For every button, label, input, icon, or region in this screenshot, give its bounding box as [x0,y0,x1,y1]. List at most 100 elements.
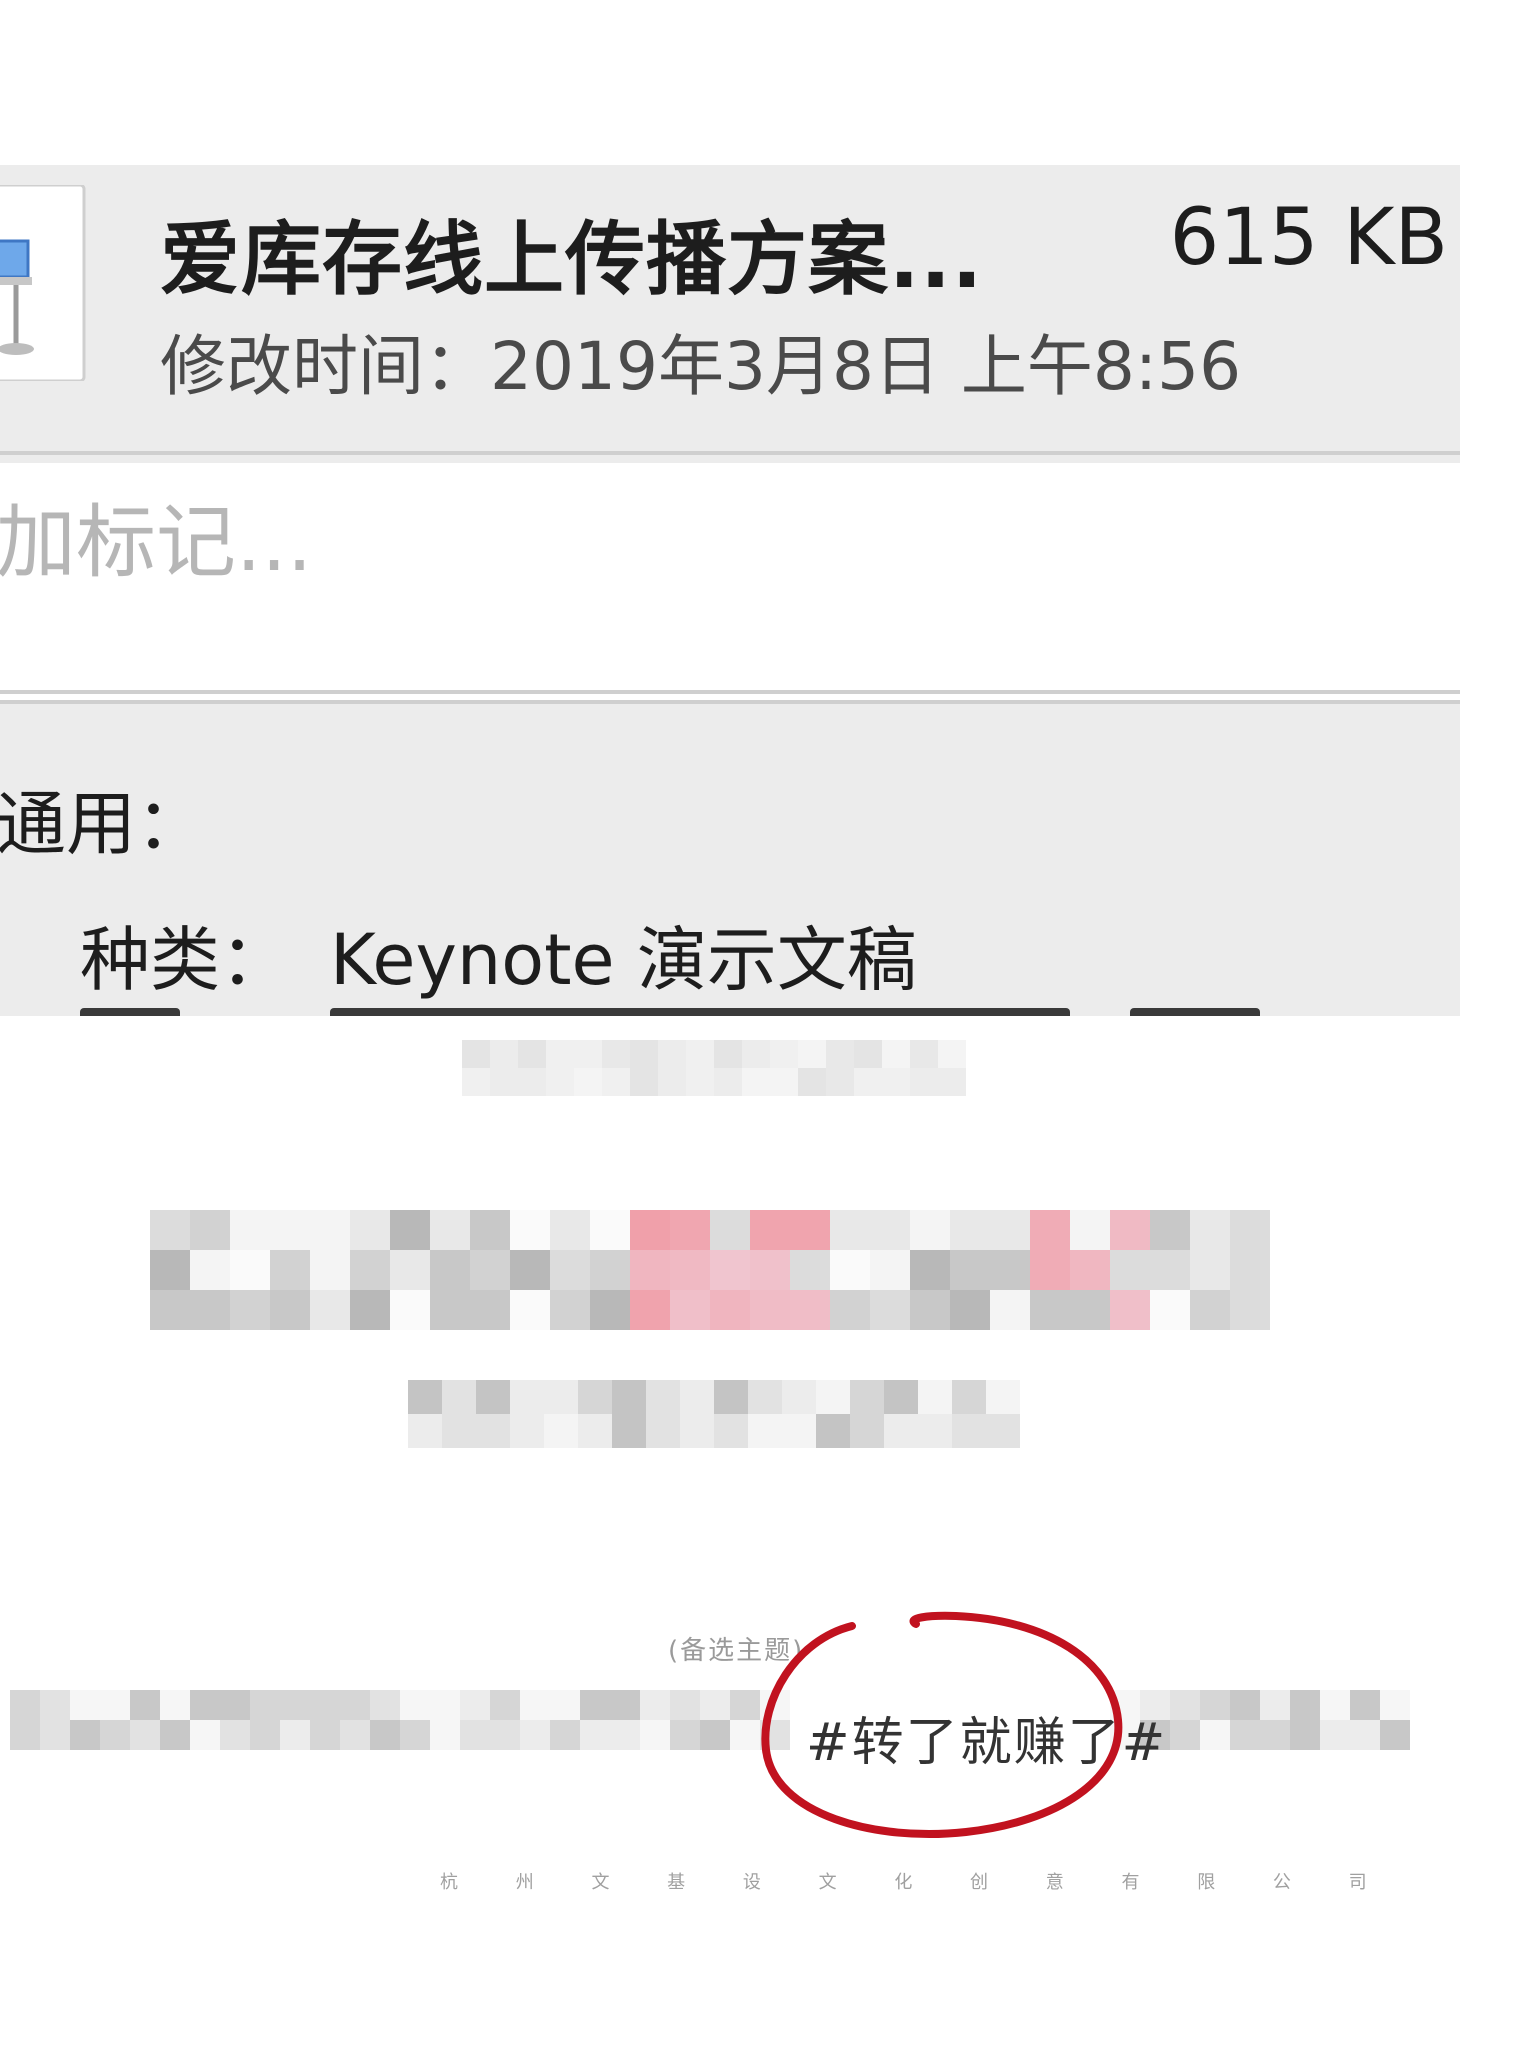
mosaic-cell [462,1040,490,1068]
mosaic-cell [490,1690,520,1720]
mosaic-cell [670,1290,710,1330]
mosaic-cell [40,1720,70,1750]
mosaic-cell [230,1210,270,1250]
mosaic-cell [590,1250,630,1290]
mosaic-cell [870,1290,910,1330]
mosaic-cell [460,1690,490,1720]
mosaic-cell [1030,1290,1070,1330]
mosaic-cell [700,1690,730,1720]
mosaic-cell [1200,1720,1230,1750]
mosaic-cell [686,1040,714,1068]
mosaic-cell [460,1720,490,1750]
mosaic-cell [986,1380,1020,1414]
mosaic-cell [442,1380,476,1414]
mosaic-cell [520,1690,550,1720]
mosaic-cell [270,1250,310,1290]
mosaic-cell [390,1290,430,1330]
mosaic-cell [612,1380,646,1414]
mosaic-cell [340,1720,370,1750]
mosaic-cell [630,1068,658,1096]
mosaic-cell [826,1068,854,1096]
mosaic-cell [476,1380,510,1414]
size-row-clipped [80,1002,1380,1016]
add-tags-field[interactable]: 加标记... [0,478,1396,594]
mosaic-cell [710,1250,750,1290]
mosaic-cell [430,1250,470,1290]
mosaic-cell [1110,1290,1150,1330]
mosaic-cell [1320,1690,1350,1720]
mosaic-cell [680,1414,714,1448]
mosaic-cell [1030,1210,1070,1250]
mosaic-cell [1070,1250,1110,1290]
red-circle-annotation [761,1611,1123,1838]
mosaic-cell [670,1250,710,1290]
mosaic-cell [390,1210,430,1250]
mosaic-cell [490,1068,518,1096]
mosaic-cell [578,1380,612,1414]
mosaic-cell [546,1040,574,1068]
mosaic-cell [990,1290,1030,1330]
mosaic-cell [1230,1720,1260,1750]
mosaic-cell [510,1250,550,1290]
mosaic-cell [1320,1720,1350,1750]
mosaic-cell [400,1690,430,1720]
mosaic-cell [658,1040,686,1068]
mosaic-cell [750,1250,790,1290]
mosaic-cell [986,1414,1020,1448]
mosaic-cell [714,1040,742,1068]
mosaic-cell [854,1068,882,1096]
mosaic-cell [910,1250,950,1290]
mosaic-cell [160,1690,190,1720]
mosaic-cell [918,1414,952,1448]
mosaic-cell [1150,1290,1190,1330]
mosaic-cell [100,1690,130,1720]
mosaic-cell [910,1290,950,1330]
mosaic-cell [340,1690,370,1720]
mosaic-cell [1350,1690,1380,1720]
mosaic-cell [686,1068,714,1096]
mosaic-cell [10,1690,40,1720]
mosaic-cell [882,1040,910,1068]
mosaic-cell [770,1068,798,1096]
kind-value: Keynote 演示文稿 [330,919,917,1001]
mosaic-cell [1260,1720,1290,1750]
mosaic-cell [580,1720,610,1750]
mosaic-cell [1070,1210,1110,1250]
mosaic-cell [442,1414,476,1448]
mosaic-cell [1070,1290,1110,1330]
mosaic-cell [798,1068,826,1096]
mosaic-cell [610,1720,640,1750]
mosaic-cell [938,1040,966,1068]
mosaic-cell [670,1720,700,1750]
modified-date: 修改时间：2019年3月8日 上午8:56 [160,328,1242,405]
mosaic-cell [646,1380,680,1414]
mosaic-cell [602,1068,630,1096]
mosaic-cell [544,1380,578,1414]
mosaic-cell [150,1210,190,1250]
mosaic-cell [830,1210,870,1250]
mosaic-cell [990,1250,1030,1290]
mosaic-cell [370,1690,400,1720]
mosaic-cell [950,1290,990,1330]
mosaic-cell [130,1720,160,1750]
mosaic-cell [742,1040,770,1068]
mosaic-cell [310,1720,340,1750]
mosaic-cell [520,1720,550,1750]
mosaic-cell [830,1250,870,1290]
mosaic-cell [310,1250,350,1290]
mosaic-cell [510,1414,544,1448]
mosaic-cell [630,1040,658,1068]
file-summary-header: 爱库存线上传播方案... 615 KB 修改时间：2019年3月8日 上午8:5… [0,165,1460,463]
mosaic-cell [850,1380,884,1414]
mosaic-cell [190,1720,220,1750]
mosaic-cell [714,1414,748,1448]
mosaic-cell [310,1290,350,1330]
mosaic-cell [580,1690,610,1720]
mosaic-cell [750,1290,790,1330]
mosaic-cell [370,1720,400,1750]
general-section-header[interactable]: 通用： [0,768,206,869]
mosaic-cell [470,1210,510,1250]
mosaic-cell [1230,1690,1260,1720]
mosaic-cell [430,1210,470,1250]
mosaic-cell [630,1290,670,1330]
